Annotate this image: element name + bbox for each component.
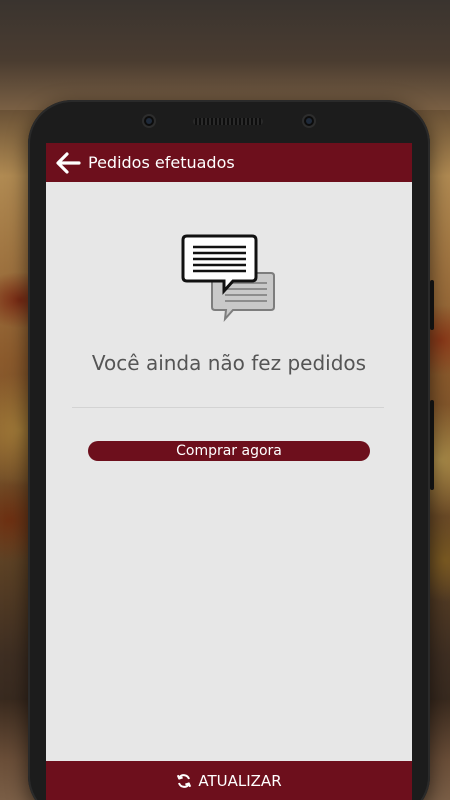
- phone-volume-button: [430, 400, 434, 490]
- refresh-label: ATUALIZAR: [198, 771, 282, 790]
- arrow-left-icon: [56, 151, 81, 174]
- empty-state-message: Você ainda não fez pedidos: [91, 351, 367, 375]
- phone-power-button: [430, 280, 434, 330]
- back-button[interactable]: [50, 143, 86, 182]
- chat-bubbles-icon: [181, 234, 275, 323]
- front-sensor: [142, 114, 156, 128]
- phone-speaker: [193, 118, 263, 125]
- app-screen: Pedidos efetuados Você ainda não fez ped…: [46, 143, 412, 800]
- page-title: Pedidos efetuados: [88, 153, 235, 172]
- divider: [72, 407, 384, 408]
- app-bar: Pedidos efetuados: [46, 143, 412, 182]
- refresh-button[interactable]: ATUALIZAR: [46, 761, 412, 800]
- front-camera: [302, 114, 316, 128]
- background-top: [0, 0, 450, 110]
- refresh-icon: [177, 773, 192, 788]
- buy-now-button[interactable]: Comprar agora: [88, 441, 370, 461]
